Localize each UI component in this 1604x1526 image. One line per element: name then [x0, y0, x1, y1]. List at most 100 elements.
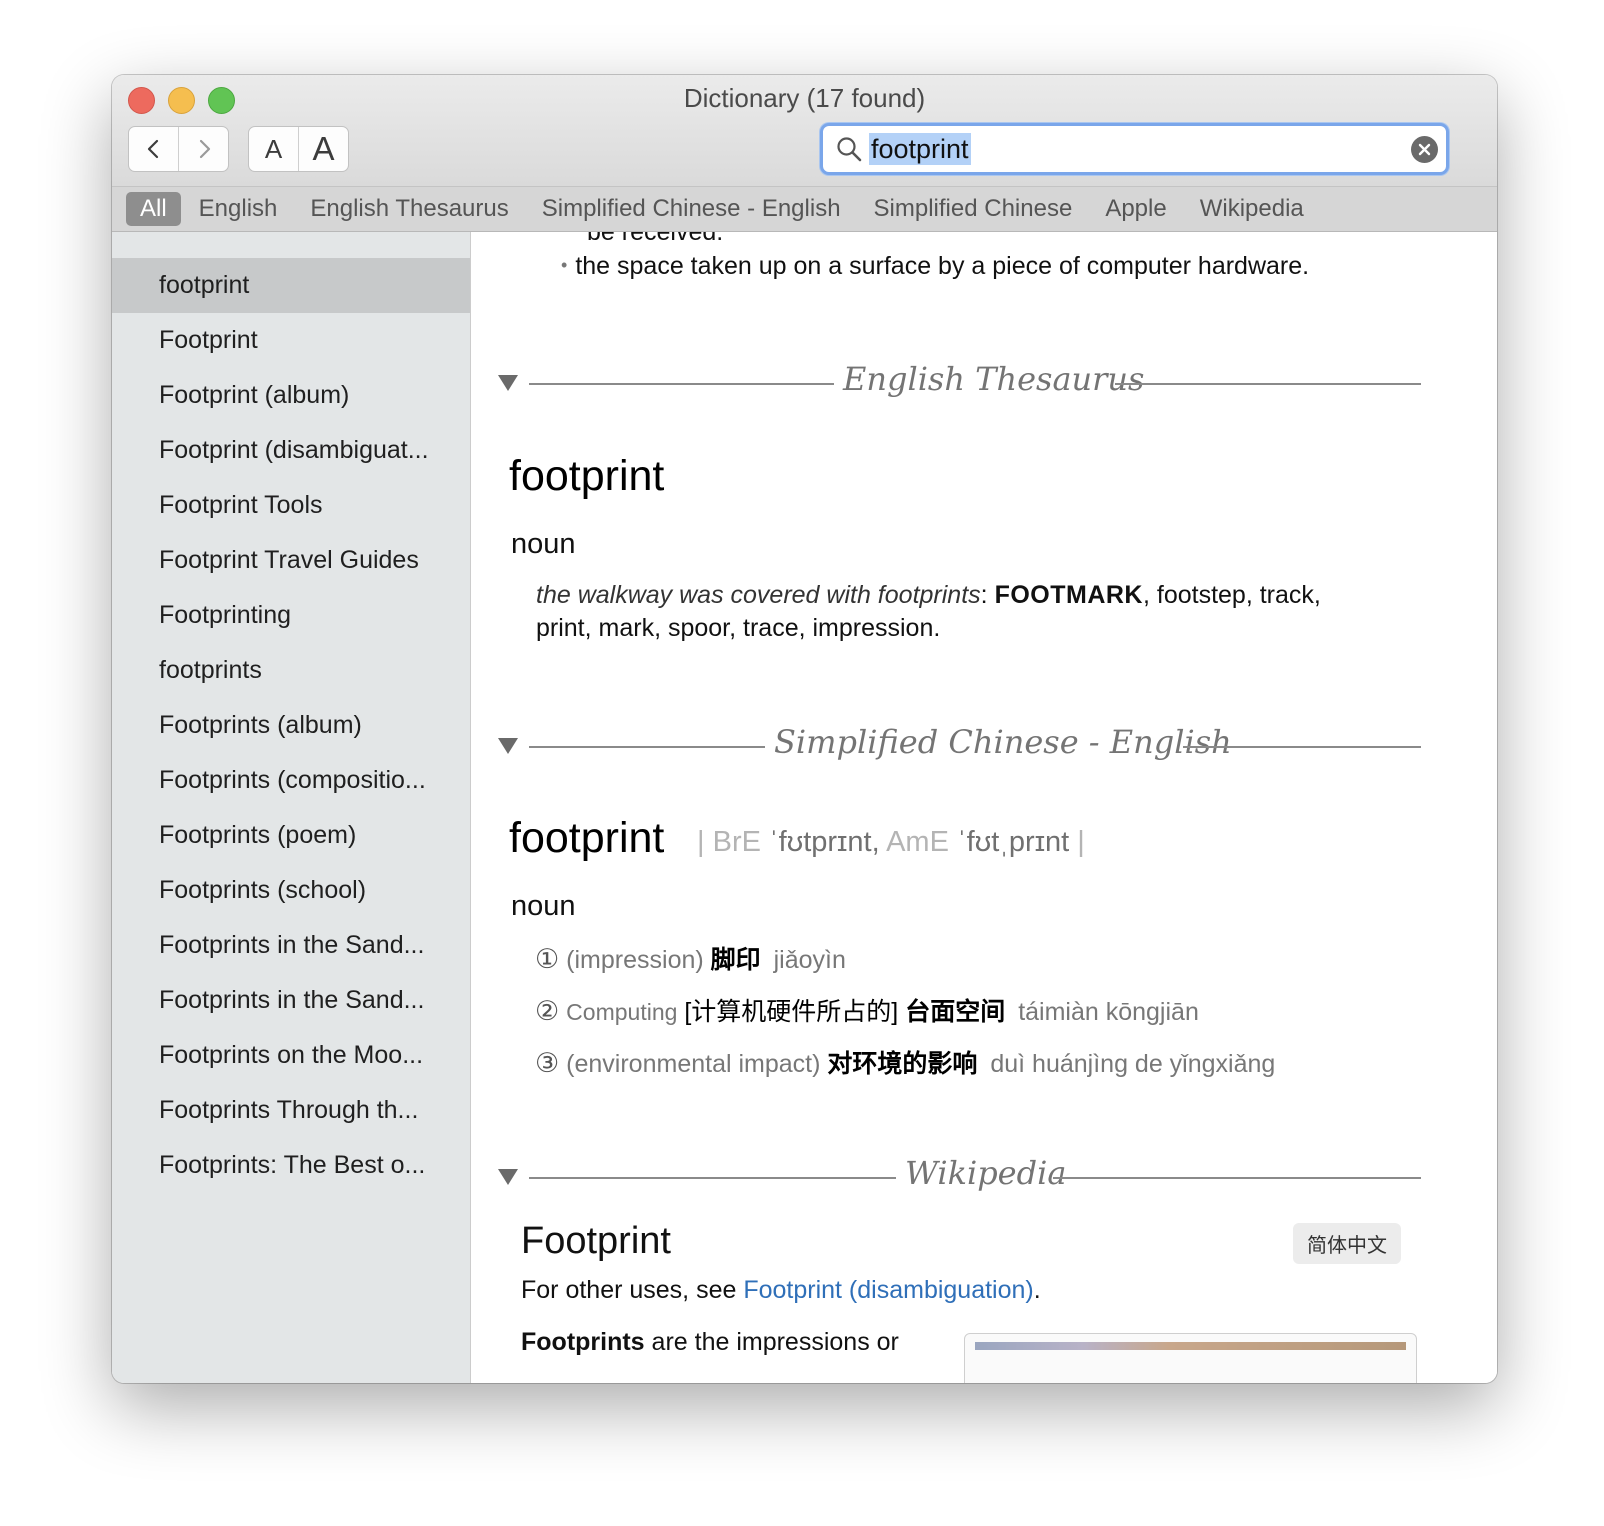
pron-bre-label: BrE [712, 826, 761, 858]
chinese-english-part-of-speech: noun [511, 890, 576, 922]
disambiguation-link[interactable]: Footprint (disambiguation) [743, 1276, 1033, 1304]
image-preview [975, 1342, 1406, 1350]
font-size-buttons: A A [248, 126, 349, 172]
thesaurus-main-synonym[interactable]: FOOTMARK [995, 581, 1143, 609]
scope-simplified-chinese[interactable]: Simplified Chinese [874, 192, 1073, 226]
section-divider [529, 1177, 896, 1179]
result-item[interactable]: Footprint Travel Guides [112, 533, 470, 588]
wikipedia-body-bold: Footprints [521, 1328, 645, 1356]
wikipedia-body-text: Footprints are the impressions or [521, 1328, 899, 1357]
increase-font-button[interactable]: A [299, 127, 348, 171]
sense-gloss: (impression) [566, 946, 704, 974]
result-item-selected[interactable]: footprint [112, 258, 470, 313]
wikipedia-article-title: Footprint [521, 1220, 671, 1262]
collapse-wikipedia-triangle-icon[interactable] [498, 1169, 518, 1185]
definition-pane: be received. • the space taken up on a su… [471, 232, 1497, 1383]
pron-bre: ˈfʊtprɪnt, [769, 826, 880, 858]
scope-english[interactable]: English [199, 192, 278, 226]
search-field[interactable]: footprint [820, 123, 1449, 175]
previous-entry-tail: be received. [587, 232, 724, 246]
result-item[interactable]: Footprints in the Sand... [112, 918, 470, 973]
back-button[interactable] [129, 127, 179, 171]
sense-hanzi[interactable]: 脚印 [711, 946, 761, 974]
scope-wikipedia[interactable]: Wikipedia [1200, 192, 1304, 226]
sense-hanzi[interactable]: 台面空间 [905, 998, 1005, 1026]
section-divider [1053, 1177, 1421, 1179]
pron-bar: | [697, 826, 705, 858]
section-divider [1115, 383, 1421, 385]
result-item[interactable]: Footprints (poem) [112, 808, 470, 863]
forward-button[interactable] [179, 127, 228, 171]
other-uses-prefix: For other uses, see [521, 1276, 744, 1304]
bullet-text: the space taken up on a surface by a pie… [575, 252, 1310, 280]
result-item[interactable]: footprints [112, 643, 470, 698]
wikipedia-section-title: Wikipedia [905, 1154, 1067, 1192]
thesaurus-section-title: English Thesaurus [843, 360, 1145, 398]
pron-ame-label: AmE [886, 826, 949, 858]
thesaurus-headword: footprint [509, 452, 665, 500]
wikipedia-body-rest: are the impressions or [644, 1328, 899, 1356]
thesaurus-synonyms-line2: print, mark, spoor, trace, impression. [536, 614, 941, 642]
sense-subject-label: Computing [566, 999, 678, 1025]
result-item[interactable]: Footprints in the Sand... [112, 973, 470, 1028]
result-item[interactable]: Footprints (school) [112, 863, 470, 918]
search-icon [837, 137, 862, 162]
result-item[interactable]: Footprint (disambiguat... [112, 423, 470, 478]
section-divider [1183, 746, 1421, 748]
previous-entry-bullet: • the space taken up on a surface by a pi… [561, 252, 1309, 281]
sense-2: ② Computing [计算机硬件所占的] 台面空间 táimiàn kōng… [535, 992, 1199, 1028]
decrease-font-button[interactable]: A [249, 127, 299, 171]
language-switch-button[interactable]: 简体中文 [1293, 1223, 1401, 1264]
scope-apple[interactable]: Apple [1105, 192, 1166, 226]
window-title: Dictionary (17 found) [683, 83, 926, 113]
dictionary-window: Dictionary (17 found) A A footprint All … [112, 75, 1497, 1383]
results-sidebar: footprint Footprint Footprint (album) Fo… [112, 232, 471, 1383]
sense-number: ③ [535, 1048, 560, 1078]
thesaurus-synonyms-line1: the walkway was covered with footprints:… [536, 581, 1321, 610]
thesaurus-synonyms: , footstep, track, [1142, 581, 1321, 609]
wikipedia-other-uses: For other uses, see Footprint (disambigu… [521, 1276, 1041, 1305]
scope-english-thesaurus[interactable]: English Thesaurus [310, 192, 508, 226]
clear-icon[interactable] [1411, 136, 1438, 163]
result-item[interactable]: Footprints on the Moo... [112, 1028, 470, 1083]
sense-pinyin: táimiàn kōngjiān [1018, 998, 1199, 1026]
scope-simplified-chinese-english[interactable]: Simplified Chinese - English [542, 192, 841, 226]
pron-bar: | [1077, 826, 1085, 858]
thesaurus-colon: : [980, 581, 988, 609]
sense-pinyin: jiǎoyìn [773, 946, 846, 974]
search-input[interactable]: footprint [869, 133, 971, 165]
result-item[interactable]: Footprint Tools [112, 478, 470, 533]
section-divider [529, 383, 834, 385]
pron-ame: ˈfʊtˌprɪnt [957, 826, 1070, 858]
sense-gloss: (environmental impact) [566, 1050, 821, 1078]
sense-number: ② [535, 996, 560, 1026]
result-item[interactable]: Footprint [112, 313, 470, 368]
result-item[interactable]: Footprints Through th... [112, 1083, 470, 1138]
chinese-english-headword: footprint [509, 814, 665, 862]
result-item[interactable]: Footprints (compositio... [112, 753, 470, 808]
title-bar: Dictionary (17 found) A A footprint [112, 75, 1497, 186]
result-item[interactable]: Footprints: The Best o... [112, 1138, 470, 1193]
collapse-chinese-english-triangle-icon[interactable] [498, 738, 518, 754]
sense-hanzi[interactable]: 对环境的影响 [827, 1050, 977, 1078]
sense-pinyin: duì huánjìng de yǐngxiǎng [990, 1050, 1276, 1078]
sense-number: ① [535, 944, 560, 974]
thesaurus-part-of-speech: noun [511, 528, 576, 560]
navigation-buttons [128, 126, 229, 172]
source-scope-bar: All English English Thesaurus Simplified… [112, 186, 1497, 232]
sense-bracket-note: [计算机硬件所占的] [684, 998, 899, 1026]
collapse-thesaurus-triangle-icon[interactable] [498, 375, 518, 391]
sense-1: ① (impression) 脚印 jiǎoyìn [535, 940, 846, 976]
wikipedia-image-thumbnail[interactable] [964, 1333, 1417, 1383]
result-item[interactable]: Footprints (album) [112, 698, 470, 753]
result-item[interactable]: Footprint (album) [112, 368, 470, 423]
other-uses-suffix: . [1033, 1276, 1041, 1304]
scope-all[interactable]: All [126, 192, 181, 226]
chinese-english-section-title: Simplified Chinese - English [774, 723, 1232, 761]
thesaurus-example: the walkway was covered with footprints [536, 581, 981, 609]
chevron-right-icon [199, 139, 210, 159]
bullet-marker: • [561, 255, 568, 275]
sense-3: ③ (environmental impact) 对环境的影响 duì huán… [535, 1044, 1275, 1080]
result-item[interactable]: Footprinting [112, 588, 470, 643]
chevron-left-icon [147, 139, 158, 159]
